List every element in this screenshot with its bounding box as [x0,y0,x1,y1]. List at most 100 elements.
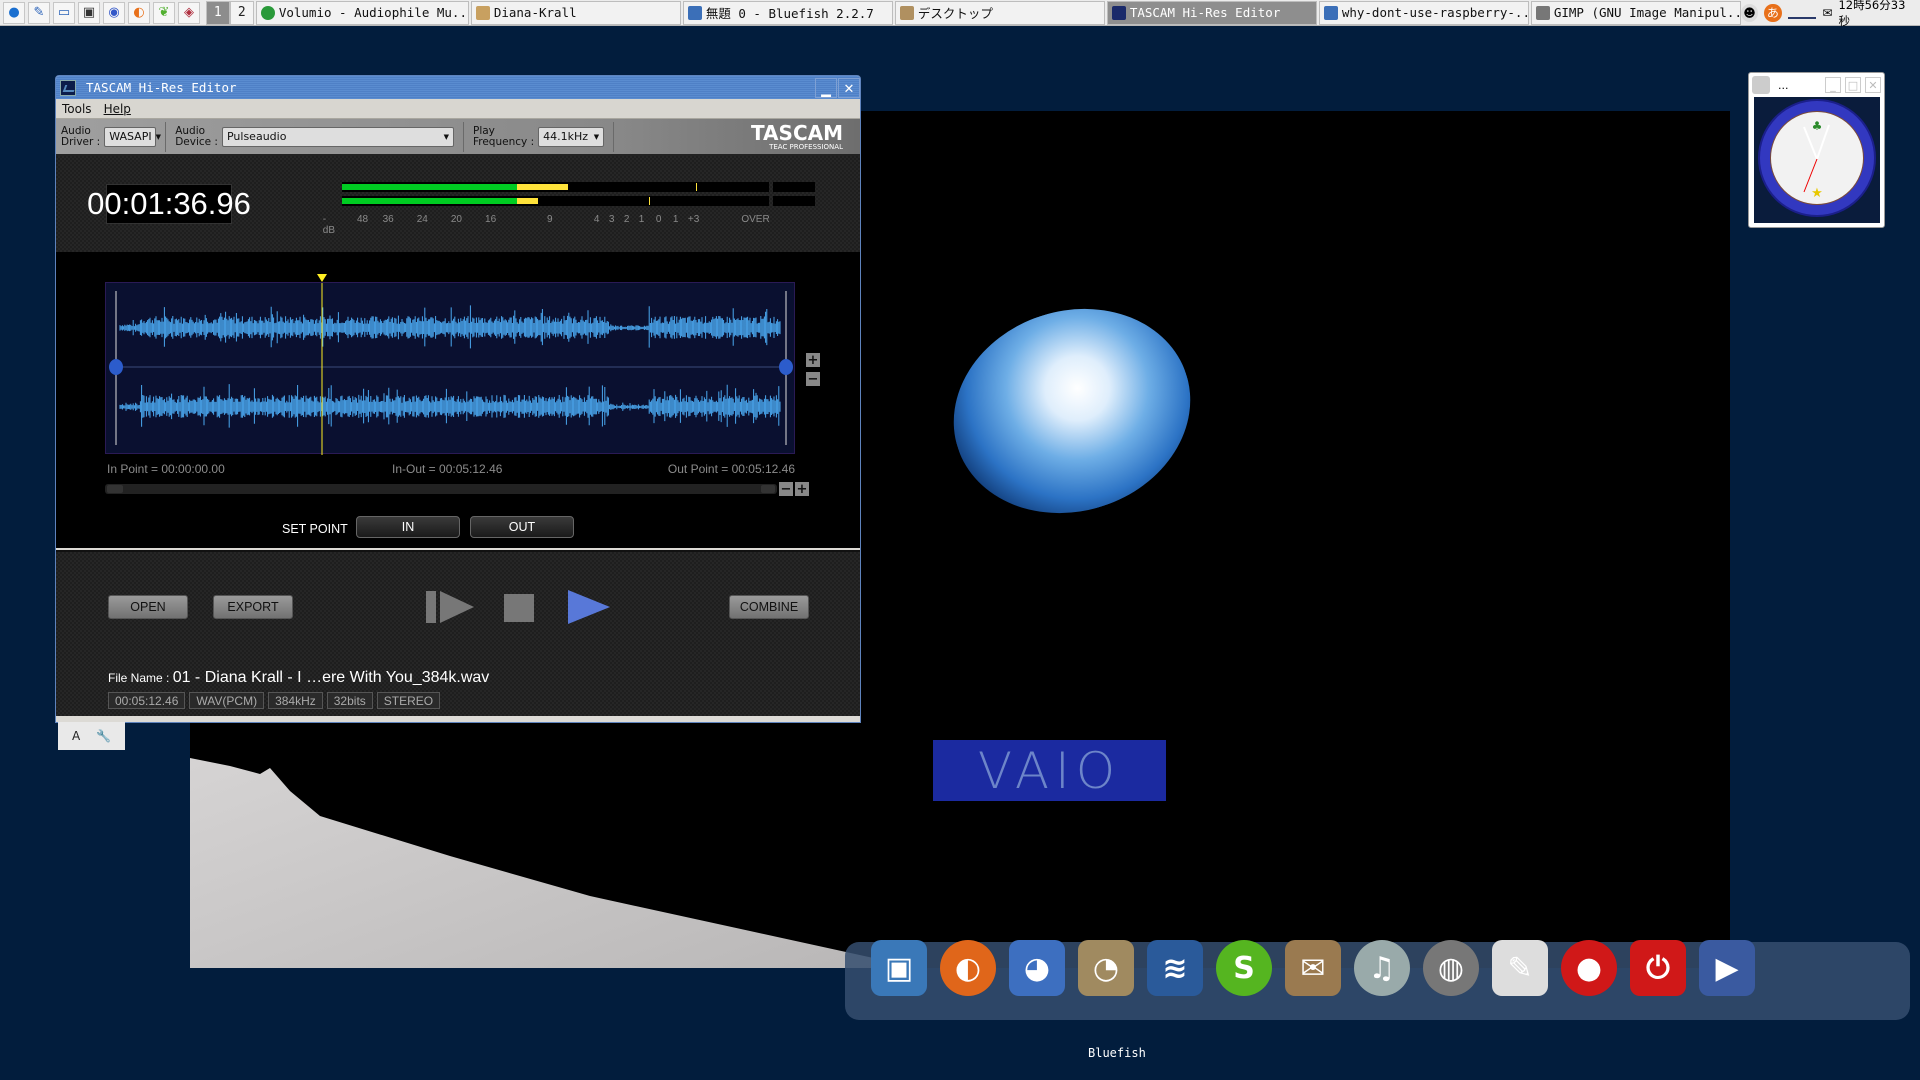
dock-video[interactable]: ▶ [1695,932,1759,1004]
sample-rate-badge: 384kHz [268,692,323,709]
set-out-button[interactable]: OUT [470,516,574,538]
close-button[interactable]: ✕ [838,77,860,98]
dock-text-editor[interactable]: ✎ [1488,932,1552,1004]
folder-icon [475,5,490,20]
bluefish-icon [687,5,702,20]
workspace-switcher: 12 [205,0,254,25]
dock-openoffice[interactable]: ≋ [1143,932,1207,1004]
playhead-marker-icon[interactable] [317,274,327,282]
peak-marker [696,183,698,191]
apple-menu-icon[interactable]: ● [3,1,25,24]
browser-globe-icon[interactable]: ◉ [103,1,125,24]
task-label: Volumio - Audiophile Mu... [278,5,469,20]
minimize-button[interactable]: ▁ [815,77,837,98]
svg-text:★: ★ [1811,186,1823,201]
clock-hands: ★ ♣ [1803,119,1830,201]
combine-button[interactable]: COMBINE [729,595,809,619]
power-icon: ⏻ [1630,940,1686,996]
audio-device-select[interactable]: Pulseaudio ▼ [221,126,454,147]
taskbar-task[interactable]: GIMP (GNU Image Manipul... [1530,0,1741,25]
menu-help[interactable]: Help [98,102,137,116]
dock-power[interactable]: ⏻ [1626,932,1690,1004]
vaio-logo: VAIO [933,740,1166,801]
dock-bluefish[interactable]: ◕ [1005,932,1069,1004]
menu-tools[interactable]: Tools [56,102,98,116]
level-fill-green [342,198,518,204]
stop-button[interactable] [504,594,534,622]
maximize-button[interactable]: □ [1845,77,1861,93]
peak-marker [649,197,651,205]
level-fill-yellow [517,184,569,190]
workspace-2[interactable]: 2 [229,0,254,25]
folder-icon [899,5,914,20]
dock-file-manager[interactable]: ▣ [867,932,931,1004]
waveform-channel-right [119,384,781,428]
taskbar-task[interactable]: デスクトップ [894,0,1105,25]
menu-bar: Tools Help [56,99,860,119]
out-point-handle[interactable] [779,359,793,375]
tray-input-field[interactable] [1787,7,1817,19]
workspace-1[interactable]: 1 [205,0,230,25]
in-point-handle[interactable] [109,359,123,375]
firefox-icon[interactable]: ◐ [128,1,150,24]
dock-music[interactable]: ♫ [1350,932,1414,1004]
terminal-icon[interactable]: ▣ [78,1,100,24]
status-strip [56,716,860,722]
open-button[interactable]: OPEN [108,595,188,619]
analog-clock: ★ ♣ [1754,97,1880,223]
out-point-text: Out Point = 00:05:12.46 [667,462,795,476]
bit-depth-badge: 32bits [326,692,373,709]
font-icon[interactable]: A [72,729,80,743]
skip-to-start-icon [426,591,474,623]
taskbar-task[interactable]: TASCAM Hi-Res Editor [1106,0,1317,25]
task-label: デスクトップ [917,6,993,21]
zoom-in-horizontal-button[interactable]: + [795,482,809,496]
avatar-icon[interactable]: ☻ [1740,3,1759,22]
leaf-icon[interactable]: ❦ [153,1,175,24]
minimize-button[interactable]: _ [1825,77,1841,93]
audio-driver-label: Audio Driver : [61,124,101,148]
file-name: File Name : 01 - Diana Krall - I …ere Wi… [108,669,489,687]
video-icon: ▶ [1699,940,1755,996]
scroll-thumb[interactable] [107,485,123,493]
firefox-icon: ◐ [940,940,996,996]
wrench-icon[interactable]: 🔧 [96,729,111,743]
music-icon: ♫ [1354,940,1410,996]
dock-gimp[interactable]: ◔ [1074,932,1138,1004]
app-icon[interactable]: ◈ [178,1,200,24]
play-from-start-button[interactable] [426,590,476,624]
play-button[interactable] [568,590,612,624]
globe-icon: ◍ [1423,940,1479,996]
window-icon[interactable]: ▭ [53,1,75,24]
waveform-channel-left [119,305,781,349]
chevron-down-icon: ▼ [593,132,600,141]
close-button[interactable]: ✕ [1865,77,1881,93]
horizontal-scrollbar[interactable] [105,484,777,494]
mail-icon[interactable]: ✉ [1822,6,1832,20]
dock-mail[interactable]: ✉ [1281,932,1345,1004]
dock-firefox[interactable]: ◐ [936,932,1000,1004]
dock-apple[interactable]: ● [1557,932,1621,1004]
zoom-in-vertical-button[interactable]: + [806,353,820,367]
zoom-out-horizontal-button[interactable]: − [779,482,793,496]
zoom-out-vertical-button[interactable]: − [806,372,820,386]
taskbar-task[interactable]: 無題 0 - Bluefish 2.2.7 [682,0,893,25]
ime-icon[interactable]: あ [1764,3,1782,22]
set-in-button[interactable]: IN [356,516,460,538]
audio-driver-select[interactable]: WASAPI ▼ [104,126,161,147]
duration-badge: 00:05:12.46 [108,692,186,709]
waveform-display[interactable] [105,274,795,455]
clock-text[interactable]: 12時56分33秒 [1838,0,1914,29]
play-frequency-select[interactable]: 44.1kHz ▼ [538,126,605,147]
taskbar-task[interactable]: Diana-Krall [470,0,681,25]
title-bar[interactable]: TASCAM Hi-Res Editor ▁ ✕ [56,76,860,99]
clock-widget[interactable]: ... _ □ ✕ ★ ♣ [1748,72,1885,228]
taskbar-task[interactable]: why-dont-use-raspberry-... [1318,0,1529,25]
earth-image [927,279,1217,543]
notepad-icon[interactable]: ✎ [28,1,50,24]
dock-globe[interactable]: ◍ [1419,932,1483,1004]
scroll-end[interactable] [761,485,775,493]
export-button[interactable]: EXPORT [213,595,293,619]
dock-skype[interactable]: S [1212,932,1276,1004]
taskbar-task[interactable]: Volumio - Audiophile Mu... [255,0,469,25]
